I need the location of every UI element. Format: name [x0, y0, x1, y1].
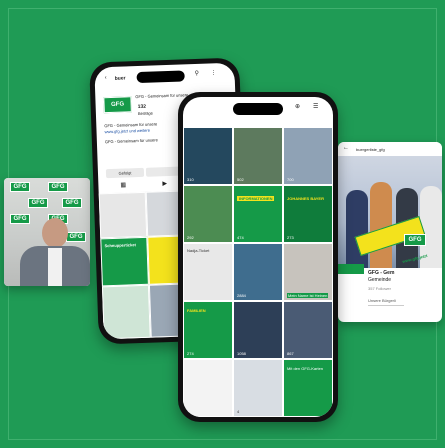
reel-count: 700	[287, 177, 294, 182]
post-tile[interactable]: Schnupperticket	[100, 236, 149, 287]
search-term: buer	[114, 75, 126, 82]
menu-icon[interactable]: ☰	[313, 104, 318, 110]
back-reel-count: 1058	[237, 351, 246, 356]
reel-tile[interactable]	[183, 359, 233, 417]
reel-tile[interactable]: 2884	[233, 243, 283, 301]
reel-tile[interactable]: 1058	[233, 301, 283, 359]
reel-tile[interactable]: 4	[233, 359, 283, 417]
right-profile-card: buergerliste_gfg ← www.gfg.jetzt GFG GFG…	[338, 142, 442, 322]
phone-front-screen: ⊕ ☰ 310 502 700 292 INFORMATIONEN 474 JO…	[183, 97, 333, 417]
more-icon[interactable]: ⋮	[210, 70, 216, 76]
front-reel-grid: 310 502 700 292 INFORMATIONEN 474 JOHANN…	[183, 127, 333, 417]
back-arrow-icon[interactable]: ←	[343, 145, 349, 151]
right-card-followers: 357 Follower	[368, 286, 391, 291]
right-card-bio: Unsere Bürgerli	[368, 298, 396, 303]
add-icon[interactable]: ⊕	[295, 104, 300, 110]
reel-tile[interactable]: Nadja-Ticket	[183, 243, 233, 301]
reels-tab-icon[interactable]: ▶	[162, 181, 167, 187]
wall-logo-5: GFG	[10, 214, 30, 224]
back-reel-count: 2884	[237, 293, 246, 298]
dynamic-island-back	[136, 70, 185, 84]
posts-label: Beiträge	[137, 110, 153, 117]
person-shirt	[48, 248, 62, 286]
wall-logo-7: GFG	[66, 232, 86, 242]
wall-logo-4: GFG	[62, 198, 82, 208]
reel-tile[interactable]: 700	[283, 127, 333, 185]
reel-tile[interactable]: INFORMATIONEN 474	[233, 185, 283, 243]
post-tile[interactable]	[98, 191, 148, 239]
back-reel-count: 867	[287, 351, 294, 356]
reel-tile[interactable]: 867	[283, 301, 333, 359]
profile-logo: GFG	[103, 96, 132, 114]
reel-tile[interactable]: 502	[233, 127, 283, 185]
bio-line-3: GFG - Gemeinsam für unsere	[104, 137, 158, 145]
reel-count: 273	[287, 235, 294, 240]
tile-caption: Nadja-Ticket	[187, 248, 210, 253]
reel-count: 502	[237, 177, 244, 182]
reel-count: 4	[237, 409, 240, 414]
grid-tab-icon[interactable]: ▦	[120, 182, 126, 188]
tile-caption: Schnupperticket	[104, 242, 136, 249]
right-card-handle: buergerliste_gfg	[356, 147, 385, 152]
reel-count: 292	[187, 235, 194, 240]
bio-underline	[368, 305, 404, 306]
profile-avatar	[338, 264, 364, 274]
person-head	[42, 218, 68, 248]
wall-logo-2: GFG	[48, 182, 68, 192]
tile-caption: FAMILIEN	[187, 308, 206, 313]
back-chevron-icon[interactable]: ‹	[105, 75, 107, 81]
right-card-header	[338, 142, 442, 157]
follow-button[interactable]: Gefolgt	[105, 167, 145, 179]
phone-front: ⊕ ☰ 310 502 700 292 INFORMATIONEN 474 JO…	[178, 92, 338, 422]
banner-logo: GFG	[404, 234, 426, 246]
post-tile[interactable]	[101, 284, 151, 340]
posts-count: 132	[137, 103, 147, 111]
group-person-1	[346, 190, 368, 268]
reel-tile[interactable]: JOHANNES BAYER 273	[283, 185, 333, 243]
left-photo-card: GFG GFG GFG GFG GFG GFG GFG	[4, 178, 90, 286]
back-reel-count: 274	[187, 351, 194, 356]
right-card-subtitle: Gemeinde	[368, 277, 392, 283]
tile-caption: JOHANNES BAYER	[287, 196, 324, 201]
reel-count: 310	[187, 177, 194, 182]
reel-tile[interactable]: 310	[183, 127, 233, 185]
reel-tile[interactable]: Mit den GFG-Karten	[283, 359, 333, 417]
wall-logo-3: GFG	[28, 198, 48, 208]
reel-count: 474	[237, 235, 244, 240]
tile-caption: Mein Name ist Heinen	[287, 293, 329, 298]
profile-name: GFG - Gemeinsam für unsere	[135, 92, 189, 100]
reel-tile[interactable]: Mein Name ist Heinen	[283, 243, 333, 301]
bell-icon[interactable]: ⚲	[194, 71, 199, 77]
tile-caption: Mit den GFG-Karten	[287, 366, 324, 371]
reel-tile[interactable]: FAMILIEN 274	[183, 301, 233, 359]
bio-line-2: www.gfg.jetzt und weitere	[104, 127, 150, 135]
right-card-title: GFG - Gem	[368, 270, 395, 276]
wall-logo-1: GFG	[10, 182, 30, 192]
tile-caption: INFORMATIONEN	[237, 196, 275, 201]
follow-label: Gefolgt	[118, 170, 132, 176]
promo-background: GFG GFG GFG GFG GFG GFG GFG buergerliste…	[0, 0, 445, 448]
dynamic-island-front	[233, 103, 283, 115]
reel-tile[interactable]: 292	[183, 185, 233, 243]
